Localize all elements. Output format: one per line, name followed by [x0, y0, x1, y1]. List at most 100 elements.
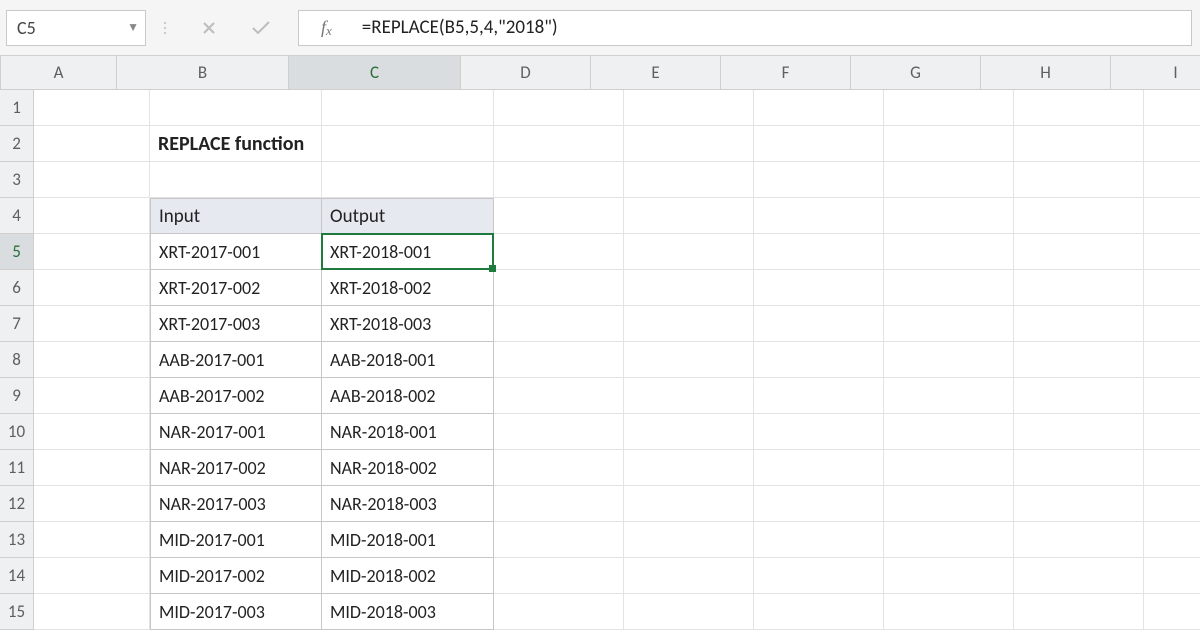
name-box[interactable]: C5 ▼ [6, 10, 146, 46]
cell-B1[interactable] [150, 90, 322, 126]
row-header-15[interactable]: 15 [0, 594, 34, 630]
cell-I5[interactable] [1144, 234, 1200, 270]
cell-A5[interactable] [34, 234, 150, 270]
cell-A3[interactable] [34, 162, 150, 198]
cell-G13[interactable] [884, 522, 1014, 558]
cell-D3[interactable] [494, 162, 624, 198]
cell-G1[interactable] [884, 90, 1014, 126]
cell-B14[interactable]: MID-2017-002 [150, 558, 322, 594]
cell-D14[interactable] [494, 558, 624, 594]
cell-F2[interactable] [754, 126, 884, 162]
cell-C1[interactable] [322, 90, 494, 126]
cell-A1[interactable] [34, 90, 150, 126]
cell-A9[interactable] [34, 378, 150, 414]
cell-G14[interactable] [884, 558, 1014, 594]
cell-I7[interactable] [1144, 306, 1200, 342]
row-header-6[interactable]: 6 [0, 270, 34, 306]
fx-button[interactable]: fx [298, 10, 346, 46]
column-header-I[interactable]: I [1111, 56, 1200, 90]
cell-E4[interactable] [624, 198, 754, 234]
cell-H11[interactable] [1014, 450, 1144, 486]
cell-B6[interactable]: XRT-2017-002 [150, 270, 322, 306]
cell-H10[interactable] [1014, 414, 1144, 450]
cell-A13[interactable] [34, 522, 150, 558]
cell-F14[interactable] [754, 558, 884, 594]
cell-A15[interactable] [34, 594, 150, 630]
column-header-B[interactable]: B [117, 56, 289, 90]
cell-H13[interactable] [1014, 522, 1144, 558]
cell-B4[interactable]: Input [150, 198, 322, 234]
cell-G8[interactable] [884, 342, 1014, 378]
cell-D6[interactable] [494, 270, 624, 306]
cell-F3[interactable] [754, 162, 884, 198]
column-header-C[interactable]: C [289, 56, 461, 90]
formula-input[interactable]: =REPLACE(B5,5,4,"2018") [346, 10, 1192, 46]
cell-H6[interactable] [1014, 270, 1144, 306]
cell-B11[interactable]: NAR-2017-002 [150, 450, 322, 486]
cell-C10[interactable]: NAR-2018-001 [322, 414, 494, 450]
cell-H4[interactable] [1014, 198, 1144, 234]
cell-E3[interactable] [624, 162, 754, 198]
cell-A10[interactable] [34, 414, 150, 450]
cell-D15[interactable] [494, 594, 624, 630]
cell-D4[interactable] [494, 198, 624, 234]
row-header-7[interactable]: 7 [0, 306, 34, 342]
cell-E1[interactable] [624, 90, 754, 126]
cell-G7[interactable] [884, 306, 1014, 342]
cell-B2[interactable]: REPLACE function [150, 126, 322, 162]
cell-D12[interactable] [494, 486, 624, 522]
cell-F15[interactable] [754, 594, 884, 630]
cell-B3[interactable] [150, 162, 322, 198]
cell-D2[interactable] [494, 126, 624, 162]
cell-F8[interactable] [754, 342, 884, 378]
cell-H3[interactable] [1014, 162, 1144, 198]
cell-C2[interactable] [322, 126, 494, 162]
cell-F9[interactable] [754, 378, 884, 414]
cell-I3[interactable] [1144, 162, 1200, 198]
row-header-14[interactable]: 14 [0, 558, 34, 594]
cell-I15[interactable] [1144, 594, 1200, 630]
cell-C7[interactable]: XRT-2018-003 [322, 306, 494, 342]
cell-H12[interactable] [1014, 486, 1144, 522]
cell-I9[interactable] [1144, 378, 1200, 414]
cell-A2[interactable] [34, 126, 150, 162]
cell-B5[interactable]: XRT-2017-001 [150, 234, 322, 270]
row-header-12[interactable]: 12 [0, 486, 34, 522]
column-header-H[interactable]: H [981, 56, 1111, 90]
cell-A12[interactable] [34, 486, 150, 522]
row-header-9[interactable]: 9 [0, 378, 34, 414]
cell-A7[interactable] [34, 306, 150, 342]
cell-A4[interactable] [34, 198, 150, 234]
row-header-10[interactable]: 10 [0, 414, 34, 450]
accept-formula-button[interactable] [248, 15, 274, 41]
chevron-down-icon[interactable]: ▼ [127, 20, 139, 35]
cell-F7[interactable] [754, 306, 884, 342]
cell-F4[interactable] [754, 198, 884, 234]
row-header-2[interactable]: 2 [0, 126, 34, 162]
cell-B7[interactable]: XRT-2017-003 [150, 306, 322, 342]
cell-D9[interactable] [494, 378, 624, 414]
cell-D13[interactable] [494, 522, 624, 558]
cell-H8[interactable] [1014, 342, 1144, 378]
cell-D5[interactable] [494, 234, 624, 270]
cell-H7[interactable] [1014, 306, 1144, 342]
row-header-8[interactable]: 8 [0, 342, 34, 378]
cell-D7[interactable] [494, 306, 624, 342]
cell-C6[interactable]: XRT-2018-002 [322, 270, 494, 306]
cell-C14[interactable]: MID-2018-002 [322, 558, 494, 594]
cell-H2[interactable] [1014, 126, 1144, 162]
cell-B15[interactable]: MID-2017-003 [150, 594, 322, 630]
cell-G3[interactable] [884, 162, 1014, 198]
cell-H14[interactable] [1014, 558, 1144, 594]
cell-F6[interactable] [754, 270, 884, 306]
cell-C8[interactable]: AAB-2018-001 [322, 342, 494, 378]
cell-I11[interactable] [1144, 450, 1200, 486]
cell-C13[interactable]: MID-2018-001 [322, 522, 494, 558]
cell-E2[interactable] [624, 126, 754, 162]
cell-G2[interactable] [884, 126, 1014, 162]
cell-F11[interactable] [754, 450, 884, 486]
cell-B10[interactable]: NAR-2017-001 [150, 414, 322, 450]
cell-A8[interactable] [34, 342, 150, 378]
row-header-3[interactable]: 3 [0, 162, 34, 198]
cell-F13[interactable] [754, 522, 884, 558]
